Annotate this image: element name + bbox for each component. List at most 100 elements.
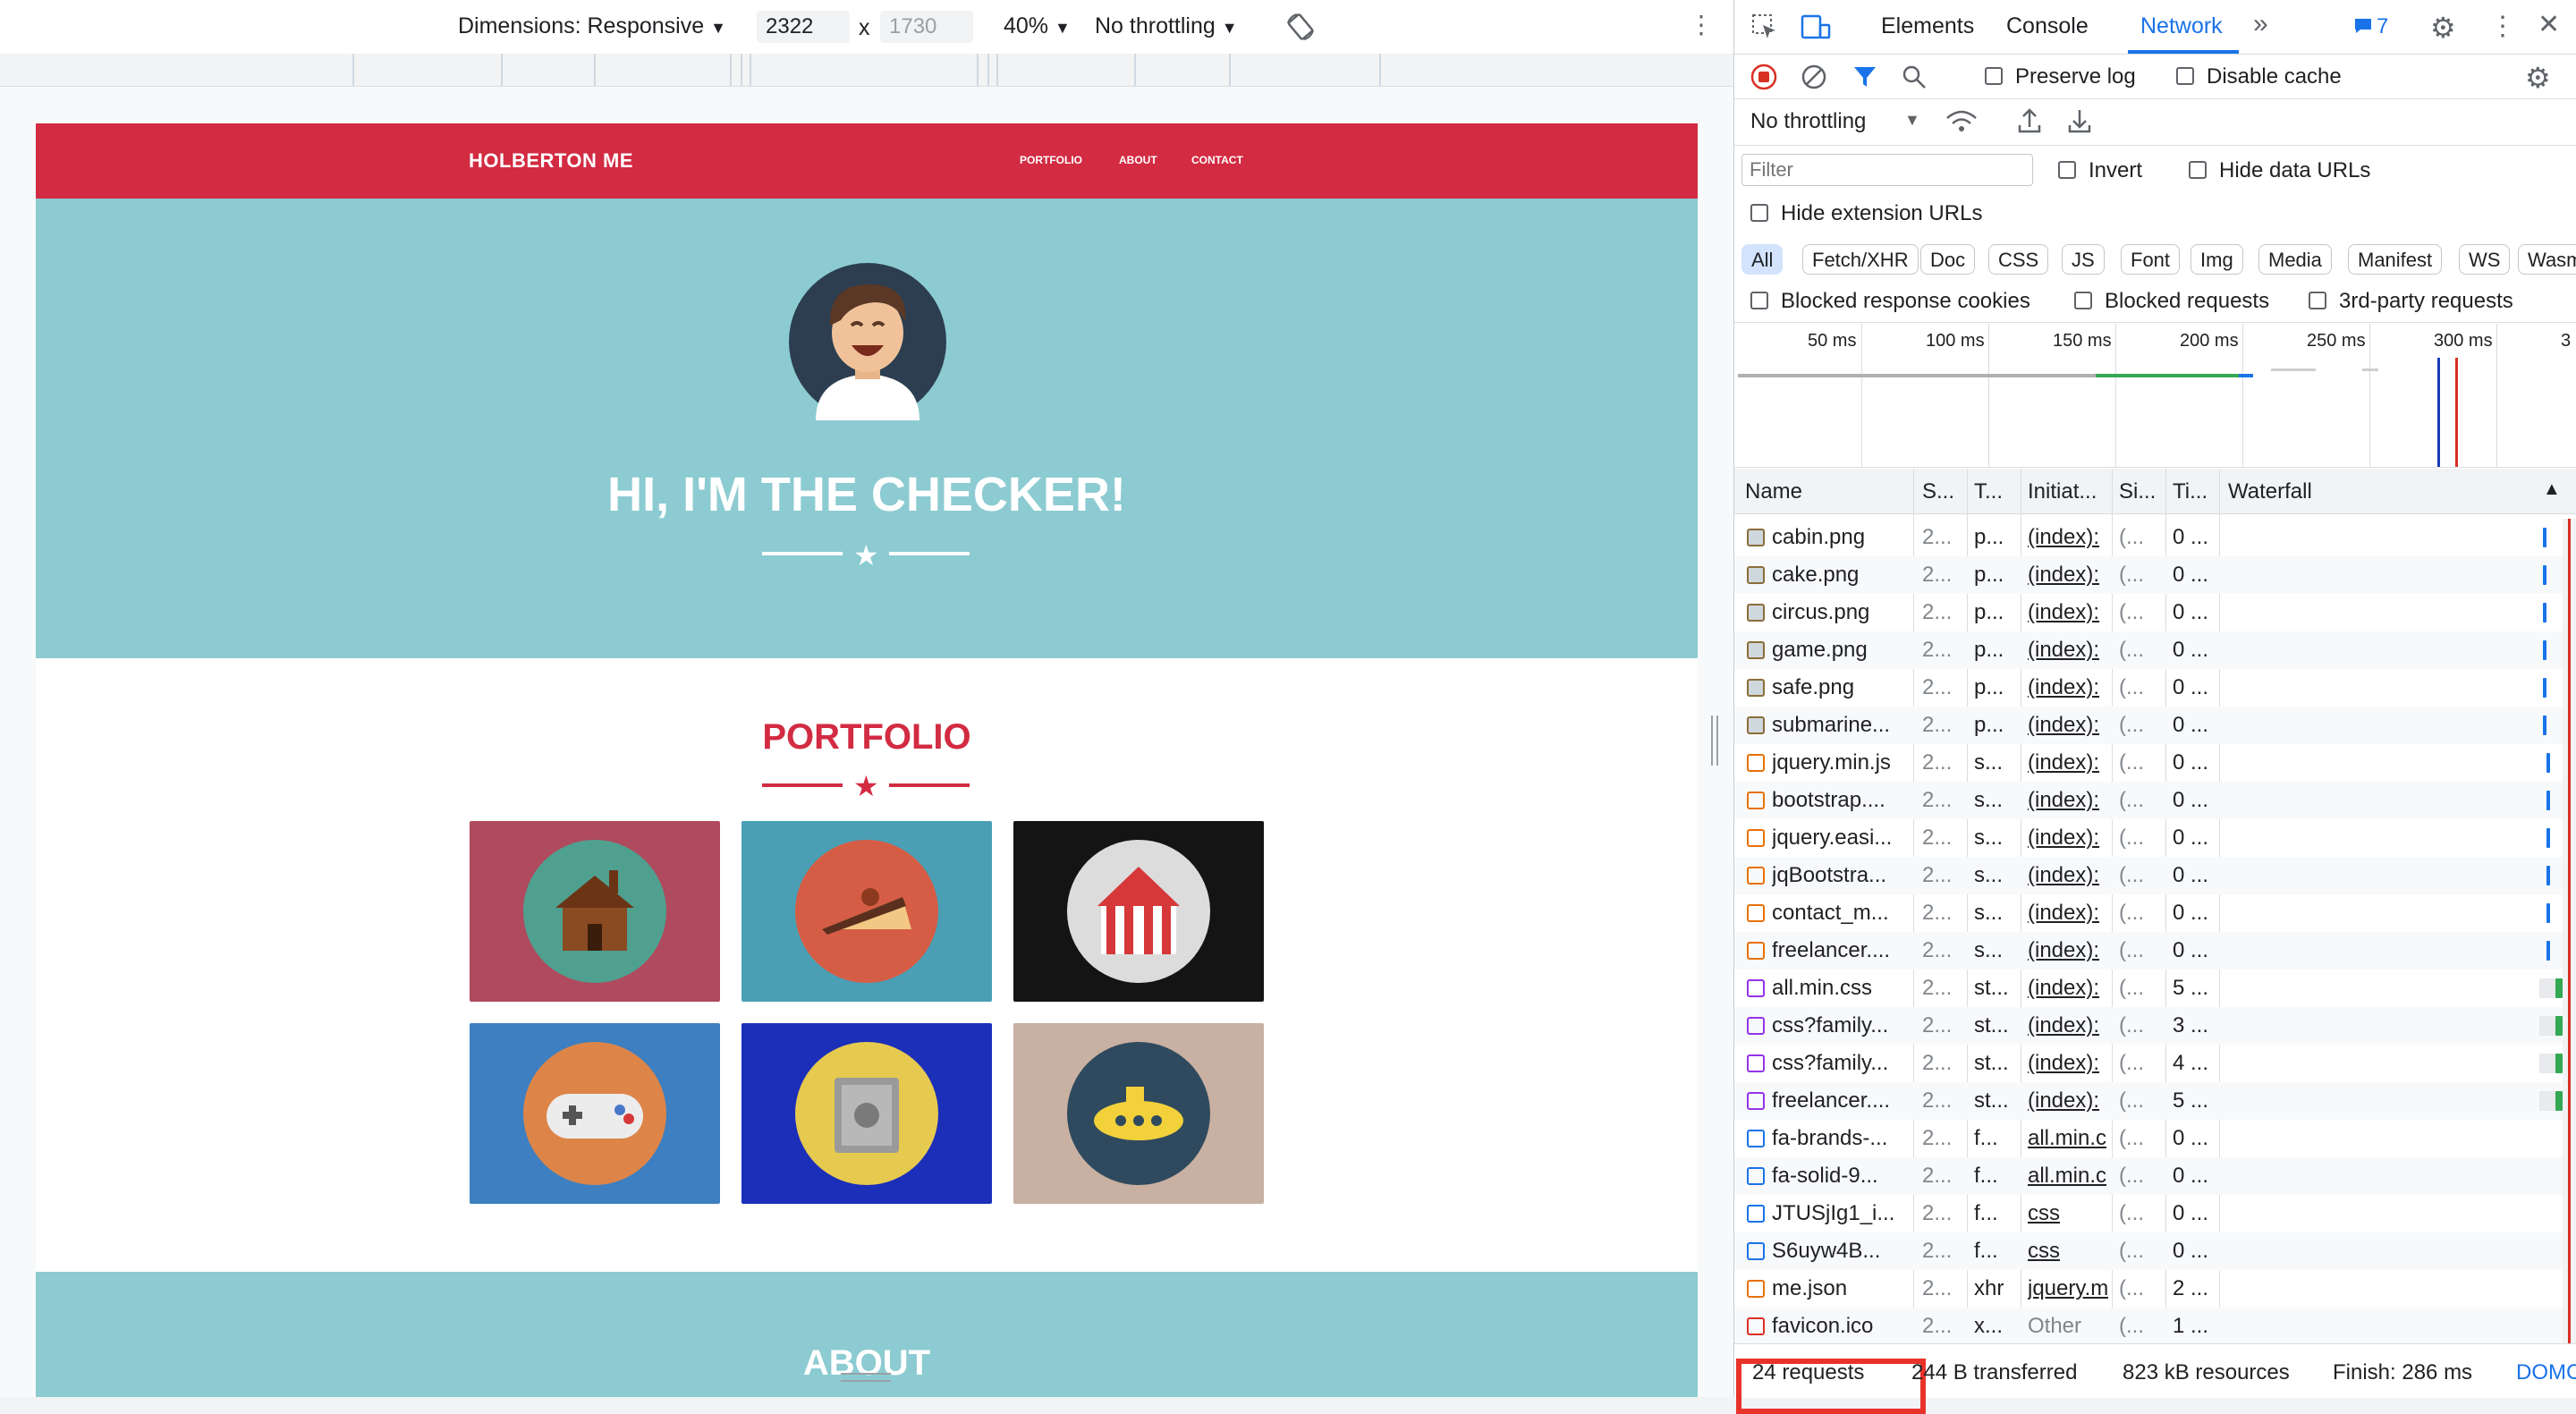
hide-extension-urls-checkbox[interactable] xyxy=(1750,204,1768,222)
request-initiator[interactable]: (index): xyxy=(2028,788,2108,813)
stop-recording-icon[interactable] xyxy=(1750,64,1777,97)
request-initiator[interactable]: jquery.m xyxy=(2028,1276,2108,1301)
settings-gear-icon[interactable]: ⚙ xyxy=(2430,11,2456,45)
request-row[interactable]: circus.png 2... p... (index): (... 0 ... xyxy=(1734,594,2576,631)
request-initiator[interactable]: (index): xyxy=(2028,1051,2108,1076)
request-initiator[interactable]: (index): xyxy=(2028,901,2108,926)
inspect-element-icon[interactable] xyxy=(1750,13,1779,47)
request-initiator[interactable]: (index): xyxy=(2028,826,2108,851)
request-initiator[interactable]: (index): xyxy=(2028,713,2108,738)
request-row[interactable]: css?family... 2... st... (index): (... 3 ... xyxy=(1734,1007,2576,1045)
request-initiator[interactable]: all.min.c xyxy=(2028,1126,2108,1151)
portfolio-item-safe[interactable] xyxy=(741,1023,992,1204)
resize-handle-bottom[interactable] xyxy=(841,1373,891,1384)
type-filter-manifest[interactable]: Manifest xyxy=(2348,244,2443,275)
emulated-page[interactable]: HOLBERTON ME PORTFOLIO ABOUT CONTACT HI,… xyxy=(36,123,1698,1397)
issues-count[interactable]: 7 xyxy=(2377,14,2388,39)
network-overview-timeline[interactable]: 50 ms 100 ms 150 ms 200 ms 250 ms 300 ms… xyxy=(1734,324,2576,468)
request-initiator[interactable]: (index): xyxy=(2028,863,2108,888)
type-filter-img[interactable]: Img xyxy=(2190,244,2243,275)
request-row[interactable]: game.png 2... p... (index): (... 0 ... xyxy=(1734,631,2576,669)
request-row[interactable]: me.json 2... xhr jquery.m (... 2 ... xyxy=(1734,1270,2576,1308)
filter-icon[interactable] xyxy=(1852,64,1877,96)
disable-cache-checkbox[interactable] xyxy=(2176,67,2194,85)
more-tabs-icon[interactable]: » xyxy=(2253,9,2268,39)
close-icon[interactable]: ✕ xyxy=(2538,9,2560,40)
portfolio-item-cake[interactable] xyxy=(741,821,992,1002)
resize-handle-right[interactable] xyxy=(1711,715,1718,766)
nav-link-about[interactable]: ABOUT xyxy=(1119,154,1157,166)
media-query-ruler[interactable] xyxy=(0,54,1733,87)
clear-icon[interactable] xyxy=(1801,64,1827,97)
request-row[interactable]: favicon.ico 2... x... Other (... 1 ... xyxy=(1734,1308,2576,1343)
request-row[interactable]: freelancer.... 2... s... (index): (... 0 ... xyxy=(1734,932,2576,969)
type-filter-doc[interactable]: Doc xyxy=(1920,244,1976,275)
request-row[interactable]: safe.png 2... p... (index): (... 0 ... xyxy=(1734,669,2576,707)
type-filter-wasm[interactable]: Wasm xyxy=(2518,244,2576,275)
request-initiator[interactable]: (index): xyxy=(2028,976,2108,1001)
request-row[interactable]: jquery.easi... 2... s... (index): (... 0 ... xyxy=(1734,819,2576,857)
type-filter-css[interactable]: CSS xyxy=(1988,244,2049,275)
request-initiator[interactable]: (index): xyxy=(2028,938,2108,963)
third-party-checkbox[interactable] xyxy=(2309,292,2326,309)
column-waterfall[interactable]: Waterfall xyxy=(2228,479,2312,504)
type-filter-font[interactable]: Font xyxy=(2121,244,2181,275)
blocked-response-cookies-checkbox[interactable] xyxy=(1750,292,1768,309)
device-toolbar-toggle-icon[interactable] xyxy=(1801,13,1831,47)
request-initiator[interactable]: (index): xyxy=(2028,1088,2108,1113)
request-row[interactable]: freelancer.... 2... st... (index): (... 5 ... xyxy=(1734,1082,2576,1120)
request-row[interactable]: contact_m... 2... s... (index): (... 0 ... xyxy=(1734,894,2576,932)
type-filter-media[interactable]: Media xyxy=(2258,244,2332,275)
column-size[interactable]: Si... xyxy=(2119,479,2155,504)
more-options-icon[interactable]: ⋮ xyxy=(2489,11,2516,42)
request-initiator[interactable]: css xyxy=(2028,1201,2108,1226)
rotate-icon[interactable] xyxy=(1284,11,1317,49)
type-filter-ws[interactable]: WS xyxy=(2459,244,2511,275)
import-har-icon[interactable] xyxy=(2017,107,2042,140)
hide-data-urls-checkbox[interactable] xyxy=(2189,161,2207,179)
request-initiator[interactable]: (index): xyxy=(2028,1013,2108,1038)
request-initiator[interactable]: (index): xyxy=(2028,525,2108,550)
request-row[interactable]: bootstrap.... 2... s... (index): (... 0 ... xyxy=(1734,782,2576,819)
request-initiator[interactable]: (index): xyxy=(2028,563,2108,588)
network-throttling-dropdown[interactable]: No throttling xyxy=(1750,109,1866,134)
portfolio-item-game[interactable] xyxy=(470,1023,720,1204)
nav-link-portfolio[interactable]: PORTFOLIO xyxy=(1020,154,1082,166)
search-icon[interactable] xyxy=(1901,64,1928,97)
preserve-log-checkbox[interactable] xyxy=(1985,67,2003,85)
type-filter-fetch-xhr[interactable]: Fetch/XHR xyxy=(1802,244,1919,275)
width-input[interactable]: 2322 xyxy=(757,11,850,43)
request-row[interactable]: S6uyw4B... 2... f... css (... 0 ... xyxy=(1734,1232,2576,1270)
request-row[interactable]: jqBootstra... 2... s... (index): (... 0 ... xyxy=(1734,857,2576,894)
table-scrollbar[interactable] xyxy=(2563,519,2576,1343)
request-row[interactable]: cabin.png 2... p... (index): (... 0 ... xyxy=(1734,519,2576,556)
tab-elements[interactable]: Elements xyxy=(1881,13,1974,39)
request-initiator[interactable]: (index): xyxy=(2028,750,2108,775)
request-row[interactable]: cake.png 2... p... (index): (... 0 ... xyxy=(1734,556,2576,594)
nav-link-contact[interactable]: CONTACT xyxy=(1191,154,1243,166)
blocked-requests-checkbox[interactable] xyxy=(2074,292,2092,309)
column-status[interactable]: S... xyxy=(1922,479,1962,504)
portfolio-item-circus[interactable] xyxy=(1013,821,1264,1002)
request-initiator[interactable]: all.min.c xyxy=(2028,1164,2108,1189)
type-filter-js[interactable]: JS xyxy=(2062,244,2105,275)
column-time[interactable]: Ti... xyxy=(2173,479,2212,504)
tab-network[interactable]: Network xyxy=(2140,13,2223,39)
more-options-icon[interactable]: ⋮ xyxy=(1689,13,1714,38)
network-conditions-icon[interactable] xyxy=(1945,109,1978,140)
portfolio-item-cabin[interactable] xyxy=(470,821,720,1002)
request-initiator[interactable]: (index): xyxy=(2028,675,2108,700)
portfolio-item-submarine[interactable] xyxy=(1013,1023,1264,1204)
request-initiator[interactable]: Other xyxy=(2028,1314,2108,1339)
caret-down-icon[interactable]: ▼ xyxy=(1904,111,1920,130)
request-row[interactable]: all.min.css 2... st... (index): (... 5 ... xyxy=(1734,969,2576,1007)
request-row[interactable]: JTUSjIg1_i... 2... f... css (... 0 ... xyxy=(1734,1195,2576,1232)
column-name[interactable]: Name xyxy=(1745,479,1802,504)
request-row[interactable]: fa-brands-... 2... f... all.min.c (... 0 ... xyxy=(1734,1120,2576,1157)
height-input[interactable]: 1730 xyxy=(880,11,973,43)
export-har-icon[interactable] xyxy=(2067,107,2092,140)
invert-checkbox[interactable] xyxy=(2058,161,2076,179)
tab-console[interactable]: Console xyxy=(2006,13,2089,39)
throttling-dropdown[interactable]: No throttling ▼ xyxy=(1095,13,1238,39)
type-filter-all[interactable]: All xyxy=(1741,244,1784,275)
